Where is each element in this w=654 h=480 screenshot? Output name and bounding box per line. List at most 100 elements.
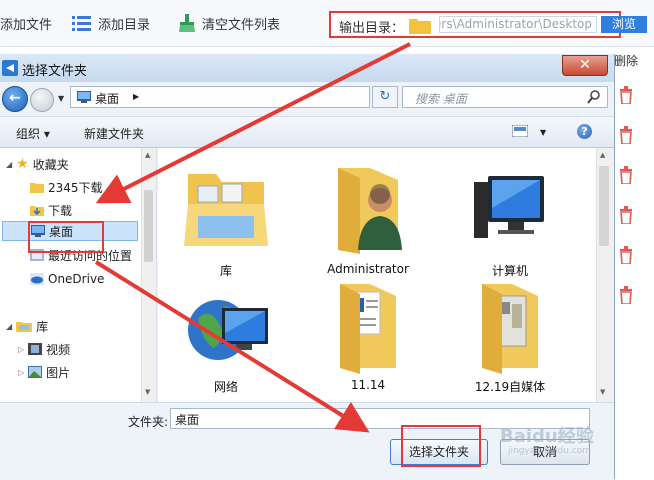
trash-icon[interactable] bbox=[618, 206, 634, 224]
trash-icon[interactable] bbox=[618, 126, 634, 144]
file-pane: 库 Administrator 计算机 网络 11.14 12.19自媒体 bbox=[158, 148, 596, 402]
trash-icon[interactable] bbox=[618, 86, 634, 104]
collapse-arrow-icon[interactable]: ◢ bbox=[6, 322, 12, 331]
address-text: 桌面 bbox=[95, 92, 120, 106]
folder-field-label: 文件夹: bbox=[128, 415, 169, 429]
folder-icon bbox=[409, 19, 431, 34]
output-path-field[interactable]: ers\Administrator\Desktop bbox=[439, 16, 597, 33]
nav-item-downloads[interactable]: 下载 bbox=[30, 200, 72, 220]
nav-scroll-thumb[interactable] bbox=[144, 190, 153, 262]
scroll-down-icon[interactable]: ▼ bbox=[600, 388, 605, 396]
view-options-icon[interactable] bbox=[512, 125, 528, 137]
forward-button[interactable] bbox=[30, 88, 54, 112]
select-folder-button[interactable]: 选择文件夹 bbox=[390, 439, 488, 465]
nav-item-recent-places[interactable]: 最近访问的位置 bbox=[30, 245, 132, 265]
file-item-administrator[interactable]: Administrator bbox=[308, 154, 428, 280]
dialog-title: 选择文件夹 bbox=[22, 64, 88, 79]
picture-icon bbox=[28, 366, 43, 378]
history-dropdown-icon[interactable]: ▼ bbox=[58, 94, 64, 103]
file-item-network[interactable]: 网络 bbox=[166, 278, 286, 402]
desktop-icon bbox=[31, 225, 45, 237]
nav-item-2345-download[interactable]: 2345下载 bbox=[30, 177, 103, 197]
search-icon bbox=[587, 90, 600, 104]
file-item-label: 计算机 bbox=[491, 264, 528, 278]
nav-favorites-label: 收藏夹 bbox=[32, 157, 69, 172]
nav-libraries-label: 库 bbox=[36, 319, 49, 334]
add-folder-label: 添加目录 bbox=[98, 17, 151, 33]
trash-icon[interactable] bbox=[618, 246, 634, 264]
select-folder-dialog: 选择文件夹 ✕ ← ▼ 桌面 ▶ ▼ ↻ 搜索 桌面 组织 ▾ 新建文件夹 ▼ … bbox=[0, 54, 615, 480]
nav-item-onedrive[interactable]: OneDrive bbox=[30, 269, 104, 289]
scroll-up-icon[interactable]: ▲ bbox=[600, 151, 605, 159]
navigation-pane: ◢ ★ 收藏夹 2345下载 下载 桌面 最近访问的位置 OneDrive ◢ … bbox=[0, 148, 157, 402]
file-item-computer[interactable]: 计算机 bbox=[450, 154, 570, 280]
address-field[interactable]: 桌面 ▶ ▼ bbox=[70, 86, 435, 108]
dialog-app-icon bbox=[2, 60, 18, 76]
clear-list-button[interactable]: 清空文件列表 bbox=[178, 12, 280, 34]
view-dropdown-icon[interactable]: ▼ bbox=[540, 128, 546, 137]
nav-item-pictures[interactable]: ▷ 图片 bbox=[18, 362, 70, 382]
nav-scrollbar[interactable]: ▲ ▼ bbox=[141, 148, 156, 402]
star-icon: ★ bbox=[16, 156, 29, 172]
user-folder-icon bbox=[338, 168, 402, 254]
close-button[interactable]: ✕ bbox=[562, 55, 608, 76]
nav-item-videos[interactable]: ▷ 视频 bbox=[18, 339, 70, 359]
output-directory-group: 输出目录： ers\Administrator\Desktop 浏览 bbox=[329, 11, 647, 38]
desktop-icon bbox=[77, 91, 91, 103]
scroll-down-icon[interactable]: ▼ bbox=[145, 388, 150, 396]
help-icon[interactable]: ? bbox=[577, 124, 592, 139]
nav-favorites[interactable]: ◢ ★ 收藏夹 bbox=[6, 154, 69, 174]
nav-item-label: 最近访问的位置 bbox=[48, 248, 133, 263]
expand-arrow-icon[interactable]: ▷ bbox=[18, 368, 24, 377]
nav-item-label: 视频 bbox=[46, 342, 71, 357]
watermark: Baidu经验 bbox=[500, 426, 594, 447]
file-scrollbar[interactable]: ▲ ▼ bbox=[596, 148, 613, 402]
search-input[interactable]: 搜索 桌面 bbox=[402, 86, 608, 108]
folder-icon bbox=[30, 183, 44, 193]
watermark-url: jingyan.baidu.com bbox=[508, 446, 592, 456]
output-label: 输出目录： bbox=[339, 21, 405, 36]
file-scroll-thumb[interactable] bbox=[599, 166, 609, 246]
list-icon bbox=[72, 16, 91, 31]
address-bar: ← ▼ 桌面 ▶ ▼ ↻ 搜索 桌面 bbox=[0, 84, 614, 112]
scroll-up-icon[interactable]: ▲ bbox=[145, 151, 150, 159]
file-item-label: 网络 bbox=[213, 380, 238, 394]
file-item-12-19-media[interactable]: 12.19自媒体 bbox=[450, 278, 570, 402]
library-folder-icon bbox=[184, 174, 268, 246]
clear-list-label: 清空文件列表 bbox=[202, 17, 281, 33]
app-toolbar: 添加文件 添加目录 清空文件列表 输出目录： ers\Administrator… bbox=[0, 0, 654, 47]
collapse-arrow-icon[interactable]: ◢ bbox=[6, 160, 12, 169]
browse-button[interactable]: 浏览 bbox=[601, 16, 647, 33]
nav-item-label: 桌面 bbox=[49, 224, 74, 239]
download-folder-icon bbox=[30, 206, 44, 216]
file-item-library[interactable]: 库 bbox=[166, 154, 286, 280]
nav-item-label: OneDrive bbox=[48, 272, 105, 286]
delete-column-header: 删除 bbox=[614, 54, 639, 68]
broom-icon bbox=[179, 14, 195, 32]
add-folder-button[interactable]: 添加目录 bbox=[72, 12, 150, 34]
nav-item-desktop[interactable]: 桌面 bbox=[2, 221, 138, 241]
new-folder-button[interactable]: 新建文件夹 bbox=[84, 125, 144, 142]
file-item-label: 11.14 bbox=[350, 378, 386, 392]
nav-item-label: 下载 bbox=[48, 203, 73, 218]
nav-libraries[interactable]: ◢ 库 bbox=[6, 316, 48, 336]
file-item-11-14[interactable]: 11.14 bbox=[308, 278, 428, 402]
nav-item-label: 图片 bbox=[46, 365, 71, 380]
refresh-button[interactable]: ↻ bbox=[372, 86, 398, 108]
library-icon bbox=[16, 322, 33, 332]
command-bar: 组织 ▾ 新建文件夹 ▼ ? bbox=[0, 116, 614, 148]
computer-icon bbox=[474, 176, 544, 238]
organize-button[interactable]: 组织 ▾ bbox=[16, 125, 50, 142]
file-item-label: Administrator bbox=[327, 262, 409, 276]
network-globe-icon bbox=[188, 300, 268, 360]
dialog-titlebar: 选择文件夹 ✕ bbox=[0, 54, 614, 82]
back-button[interactable]: ← bbox=[2, 86, 28, 112]
trash-icon[interactable] bbox=[618, 286, 634, 304]
media-folder-icon bbox=[482, 284, 538, 374]
expand-arrow-icon[interactable]: ▷ bbox=[18, 345, 24, 354]
add-file-button[interactable]: 添加文件 bbox=[0, 12, 52, 34]
file-item-label: 库 bbox=[219, 264, 232, 278]
nav-item-label: 2345下载 bbox=[48, 180, 103, 195]
address-chevron-icon[interactable]: ▶ bbox=[133, 92, 139, 101]
trash-icon[interactable] bbox=[618, 166, 634, 184]
